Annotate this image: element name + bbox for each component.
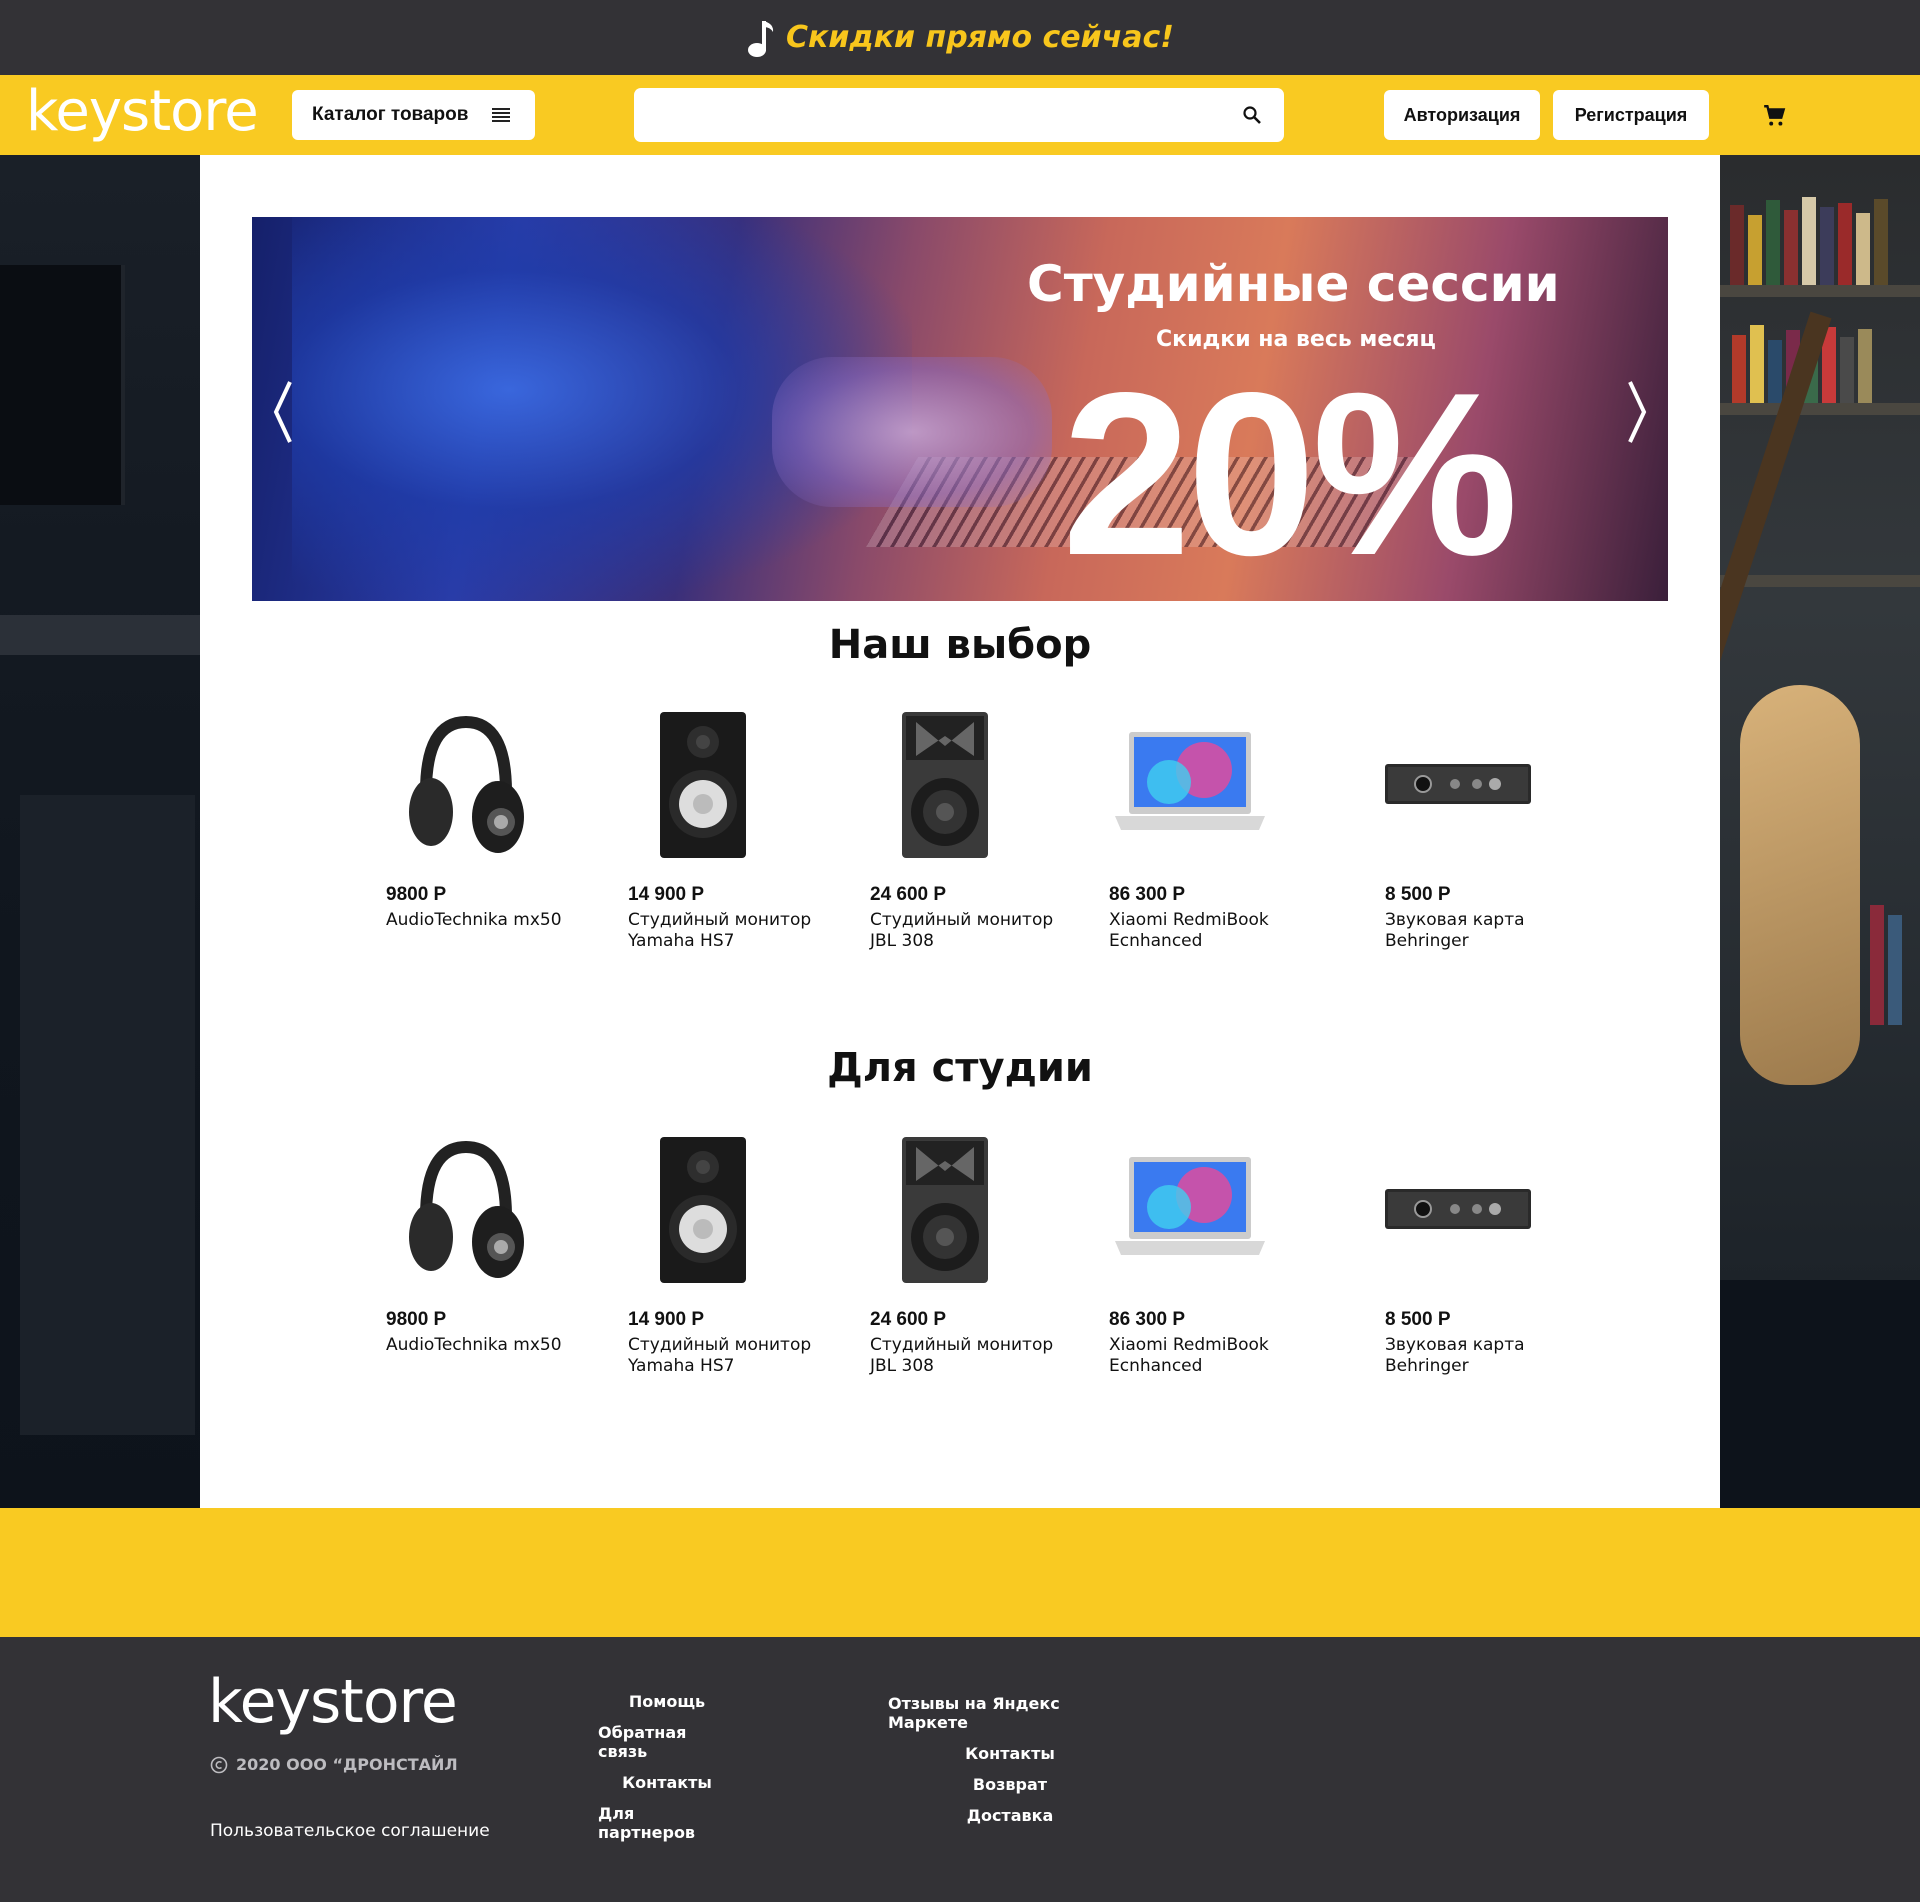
site-logo[interactable]: keystore [26,79,259,145]
product-card[interactable]: 9800 Р AudioTechnika mx50 [386,712,586,931]
product-name: Студийный монитор Yamaha HS7 [628,1335,812,1376]
product-price: 24 600 Р [870,884,947,905]
product-name: Xiaomi RedmiBook Ecnhanced [1109,1335,1269,1376]
product-card[interactable]: 8 500 Р Звуковая карта Behringer [1385,1137,1585,1377]
promo-banner[interactable]: Студийные сессии Скидки на весь месяц 20… [252,217,1668,601]
product-name: Звуковая карта Behringer [1385,910,1525,951]
sound-card-icon [1385,1189,1531,1229]
section-title-for-studio: Для студии [827,1045,1093,1091]
catalog-button-label: Каталог товаров [312,104,469,125]
product-price: 9800 Р [386,884,447,905]
footer-logo[interactable]: keystore [208,1669,458,1735]
search-icon[interactable] [1242,105,1262,125]
headphones-icon [409,715,524,853]
footer-link-help[interactable]: Помощь [629,1692,705,1711]
footer-links-col1: Помощь Обратная связь Контакты Для партн… [598,1692,736,1842]
background-photo-left [0,155,200,1508]
footer-link-yandex-reviews[interactable]: Отзывы на Яндекс Маркете [888,1694,1132,1732]
cart-icon[interactable] [1762,103,1788,129]
product-price: 14 900 Р [628,1309,705,1330]
promo-bar: Скидки прямо сейчас! [0,0,1920,75]
copyright-text: 2020 ООО “ДРОНСТАЙЛ [236,1755,458,1774]
catalog-button[interactable]: Каталог товаров [292,90,535,140]
product-name: Xiaomi RedmiBook Ecnhanced [1109,910,1269,951]
product-price: 9800 Р [386,1309,447,1330]
register-button[interactable]: Регистрация [1553,90,1709,140]
product-name: Студийный монитор JBL 308 [870,1335,1054,1376]
banner-discount: 20% [1062,345,1518,601]
chevron-left-icon[interactable] [268,377,298,447]
headphones-icon [409,1140,524,1278]
product-name: Студийный монитор JBL 308 [870,910,1054,951]
product-price: 24 600 Р [870,1309,947,1330]
studio-monitor-icon [902,1137,988,1283]
product-card[interactable]: 86 300 Р Xiaomi RedmiBook Ecnhanced [1109,1137,1309,1377]
product-price: 86 300 Р [1109,1309,1186,1330]
footer-link-contacts[interactable]: Контакты [622,1773,712,1792]
product-price: 86 300 Р [1109,884,1186,905]
product-price: 8 500 Р [1385,1309,1451,1330]
product-card[interactable]: 24 600 Р Студийный монитор JBL 308 [870,712,1070,952]
footer-link-returns[interactable]: Возврат [973,1775,1047,1794]
site-header: keystore Каталог товаров Авторизация Рег… [0,75,1920,155]
footer-links-col2: Отзывы на Яндекс Маркете Контакты Возвра… [888,1694,1132,1825]
laptop-icon [1115,732,1265,830]
footer-link-delivery[interactable]: Доставка [967,1806,1054,1825]
copyright-icon [210,1756,228,1773]
product-card[interactable]: 14 900 Р Студийный монитор Yamaha HS7 [628,712,828,952]
main-content: Студийные сессии Скидки на весь месяц 20… [200,155,1720,1508]
search-bar [634,88,1284,142]
music-note-icon [748,20,774,57]
banner-title: Студийные сессии [1027,255,1560,313]
product-name: Студийный монитор Yamaha HS7 [628,910,812,951]
product-name: AudioTechnika mx50 [386,910,562,930]
product-card[interactable]: 8 500 Р Звуковая карта Behringer [1385,712,1585,952]
yellow-divider [0,1508,1920,1637]
promo-text: Скидки прямо сейчас! [786,20,1174,55]
product-card[interactable]: 14 900 Р Студийный монитор Yamaha HS7 [628,1137,828,1377]
product-price: 14 900 Р [628,884,705,905]
studio-monitor-icon [660,1137,746,1283]
studio-monitor-icon [660,712,746,858]
footer-link-feedback[interactable]: Обратная связь [598,1723,736,1761]
studio-monitor-icon [902,712,988,858]
user-agreement-link[interactable]: Пользовательское соглашение [210,1821,490,1841]
menu-icon [492,108,511,122]
product-name: Звуковая карта Behringer [1385,1335,1525,1376]
section-title-our-choice: Наш выбор [828,622,1092,668]
laptop-icon [1115,1157,1265,1255]
login-button[interactable]: Авторизация [1384,90,1540,140]
product-card[interactable]: 86 300 Р Xiaomi RedmiBook Ecnhanced [1109,712,1309,952]
chevron-right-icon[interactable] [1622,377,1652,447]
sound-card-icon [1385,764,1531,804]
background-photo-right [1686,155,1920,1508]
product-card[interactable]: 24 600 Р Студийный монитор JBL 308 [870,1137,1070,1377]
footer-link-contacts[interactable]: Контакты [965,1744,1055,1763]
site-footer: keystore 2020 ООО “ДРОНСТАЙЛ Пользовател… [0,1637,1920,1902]
copyright: 2020 ООО “ДРОНСТАЙЛ [210,1755,458,1774]
footer-link-partners[interactable]: Для партнеров [598,1804,736,1842]
search-input[interactable] [634,88,1194,142]
product-card[interactable]: 9800 Р AudioTechnika mx50 [386,1137,586,1356]
product-price: 8 500 Р [1385,884,1451,905]
product-name: AudioTechnika mx50 [386,1335,562,1355]
